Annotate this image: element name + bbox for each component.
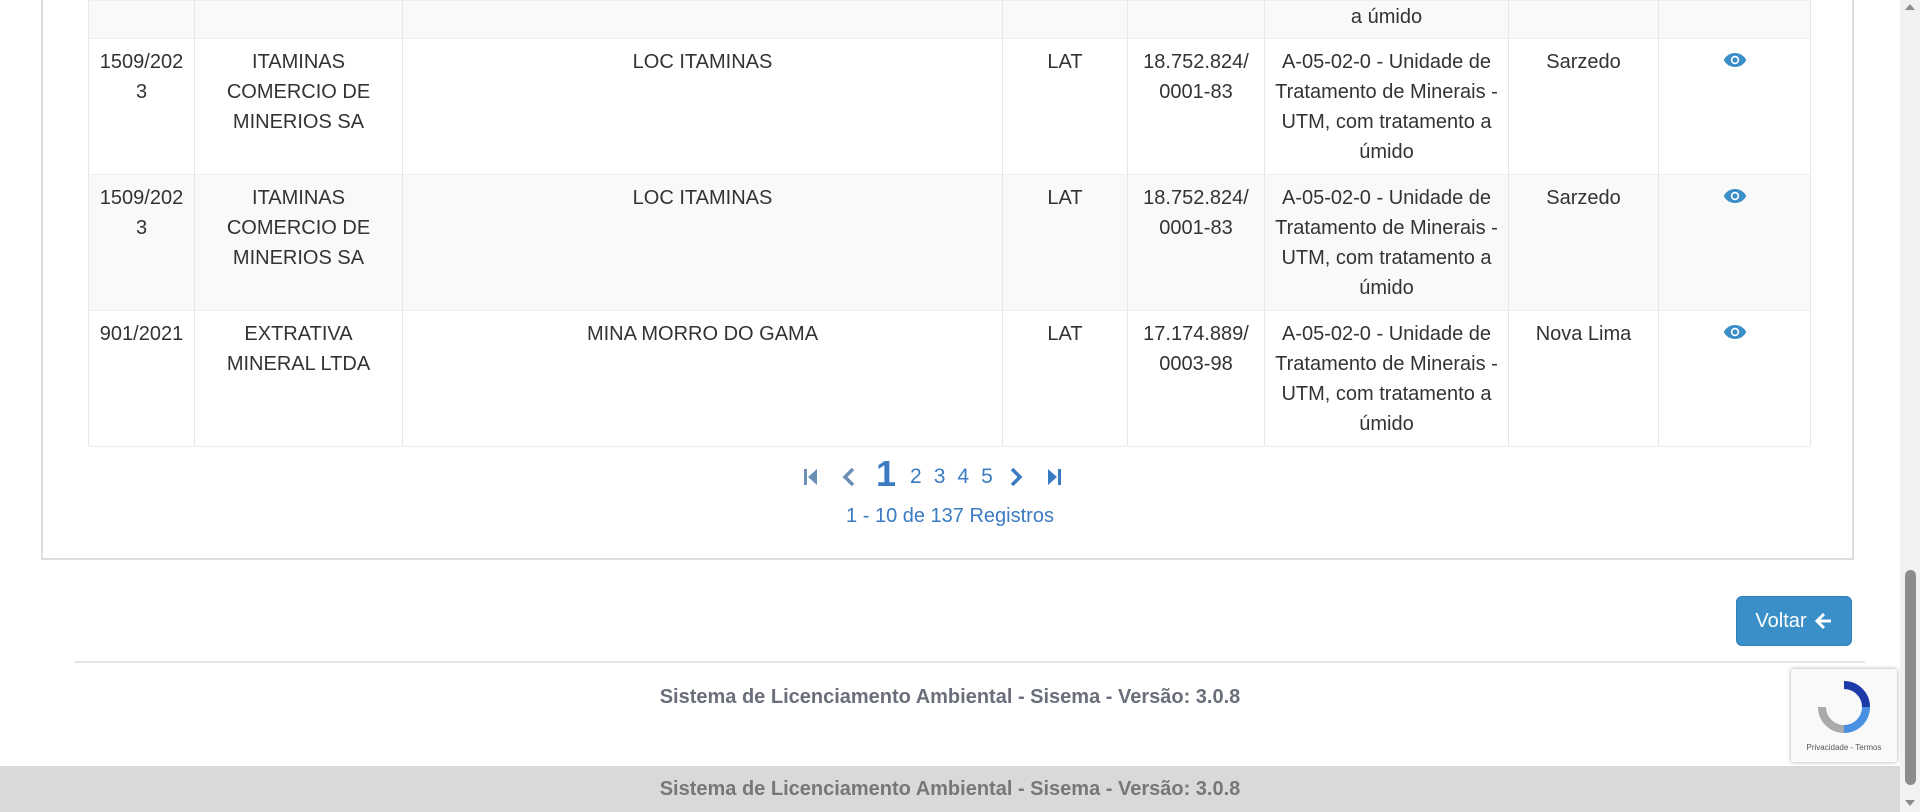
scrollbar-thumb[interactable] <box>1905 570 1916 785</box>
recaptcha-widget[interactable]: Privacidade - Termos <box>1791 669 1897 762</box>
cell-cnpj: 18.752.824/ 0001-83 <box>1127 38 1265 175</box>
eye-icon[interactable] <box>1723 52 1747 68</box>
cell-atividade: A-05-02-0 - Unidade de Tratamento de Min… <box>1264 174 1509 311</box>
cell-proc: 1509/2023 <box>88 174 195 311</box>
cell-atividade: A-05-02-0 - Unidade de Tratamento de Min… <box>1264 310 1509 447</box>
back-button[interactable]: Voltar <box>1736 596 1852 646</box>
table-row: 1509/2023 ITAMINAS COMERCIO DE MINERIOS … <box>88 38 1811 175</box>
cell-modalidade <box>1002 0 1128 39</box>
table-row: 901/2021 EXTRATIVA MINERAL LTDA MINA MOR… <box>88 310 1811 447</box>
cell-empreendedor: ITAMINAS COMERCIO DE MINERIOS SA <box>194 174 403 311</box>
cell-empreendedor <box>194 0 403 39</box>
cell-empreendedor: EXTRATIVA MINERAL LTDA <box>194 310 403 447</box>
cell-municipio: Sarzedo <box>1508 38 1659 175</box>
last-page-icon[interactable] <box>1043 465 1065 489</box>
arrow-left-icon <box>1814 612 1831 630</box>
page-link-5[interactable]: 5 <box>981 465 993 489</box>
cell-empreendimento: LOC ITAMINAS <box>402 174 1003 311</box>
cell-empreendimento: LOC ITAMINAS <box>402 38 1003 175</box>
cell-modalidade: LAT <box>1002 174 1128 311</box>
cell-cnpj <box>1127 0 1265 39</box>
cell-proc: 1509/2023 <box>88 38 195 175</box>
footer-bar-text: Sistema de Licenciamento Ambiental - Sis… <box>659 778 1241 800</box>
cell-municipio: Nova Lima <box>1508 310 1659 447</box>
cell-empreendimento <box>402 0 1003 39</box>
cell-actions <box>1658 38 1811 175</box>
cell-modalidade: LAT <box>1002 38 1128 175</box>
footer-text: Sistema de Licenciamento Ambiental - Sis… <box>659 686 1241 708</box>
prev-page-icon[interactable] <box>838 465 860 489</box>
recaptcha-links[interactable]: Privacidade - Termos <box>1791 743 1897 752</box>
eye-icon[interactable] <box>1723 324 1747 340</box>
results-table: a úmido 1509/2023 ITAMINAS COMERCIO DE M… <box>88 0 1811 447</box>
page-link-2[interactable]: 2 <box>910 465 922 489</box>
footer-bar: Sistema de Licenciamento Ambiental - Sis… <box>0 766 1900 812</box>
next-page-icon[interactable] <box>1005 465 1027 489</box>
cell-modalidade: LAT <box>1002 310 1128 447</box>
cell-atividade: A-05-02-0 - Unidade de Tratamento de Min… <box>1264 38 1509 175</box>
cell-empreendimento: MINA MORRO DO GAMA <box>402 310 1003 447</box>
cell-municipio <box>1508 0 1659 39</box>
pagination: 1 2 3 4 5 <box>0 452 1900 502</box>
cell-proc: 901/2021 <box>88 310 195 447</box>
recaptcha-logo-icon <box>1818 681 1870 733</box>
page-link-3[interactable]: 3 <box>934 465 946 489</box>
scrollbar[interactable] <box>1900 0 1920 812</box>
eye-icon[interactable] <box>1723 188 1747 204</box>
cell-actions <box>1658 174 1811 311</box>
cell-proc <box>88 0 195 39</box>
cell-empreendedor: ITAMINAS COMERCIO DE MINERIOS SA <box>194 38 403 175</box>
cell-municipio: Sarzedo <box>1508 174 1659 311</box>
cell-cnpj: 17.174.889/ 0003-98 <box>1127 310 1265 447</box>
scroll-down-icon[interactable] <box>1905 800 1915 806</box>
first-page-icon[interactable] <box>800 465 822 489</box>
cell-actions <box>1658 310 1811 447</box>
scroll-up-icon[interactable] <box>1905 4 1915 10</box>
cell-atividade: a úmido <box>1264 0 1509 39</box>
records-summary: 1 - 10 de 137 Registros <box>846 505 1054 527</box>
page-link-4[interactable]: 4 <box>957 465 969 489</box>
table-row: 1509/2023 ITAMINAS COMERCIO DE MINERIOS … <box>88 174 1811 311</box>
divider <box>75 661 1865 663</box>
page-link-1[interactable]: 1 <box>876 453 896 495</box>
table-row: a úmido <box>88 0 1811 39</box>
cell-actions <box>1658 0 1811 39</box>
cell-cnpj: 18.752.824/ 0001-83 <box>1127 174 1265 311</box>
back-button-label: Voltar <box>1755 609 1807 632</box>
